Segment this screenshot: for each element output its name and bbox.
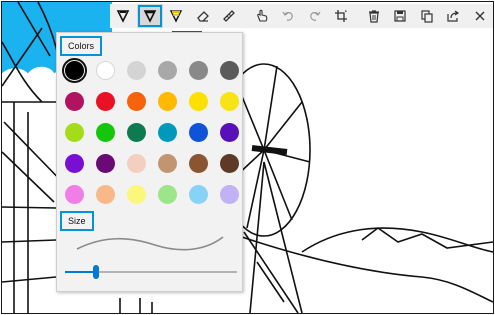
share-icon xyxy=(446,9,460,23)
undo-button[interactable] xyxy=(275,4,302,28)
ink-toolbar xyxy=(110,4,493,28)
size-slider-thumb[interactable] xyxy=(92,265,99,279)
color-swatch[interactable] xyxy=(158,154,177,173)
size-slider-fill xyxy=(65,271,96,273)
size-slider[interactable] xyxy=(65,265,237,279)
crop-button[interactable] xyxy=(328,4,355,28)
delete-icon xyxy=(367,9,381,23)
color-swatch[interactable] xyxy=(127,123,146,142)
color-swatch[interactable] xyxy=(220,123,239,142)
color-swatch[interactable] xyxy=(158,185,177,204)
color-swatch[interactable] xyxy=(65,185,84,204)
pen-options-flyout: Colors Size xyxy=(56,32,243,292)
pencil-icon xyxy=(143,9,157,23)
colors-heading: Colors xyxy=(60,36,103,56)
color-swatch[interactable] xyxy=(189,61,208,80)
close-button[interactable] xyxy=(466,4,493,28)
color-swatch[interactable] xyxy=(65,92,84,111)
color-swatch[interactable] xyxy=(65,154,84,173)
color-swatch[interactable] xyxy=(127,154,146,173)
color-swatch[interactable] xyxy=(96,92,115,111)
ruler-button[interactable] xyxy=(216,4,243,28)
color-swatch[interactable] xyxy=(220,92,239,111)
color-swatch[interactable] xyxy=(220,154,239,173)
undo-icon xyxy=(281,9,295,23)
app-window: Colors Size xyxy=(1,1,494,314)
color-swatch[interactable] xyxy=(189,92,208,111)
delete-button[interactable] xyxy=(360,4,387,28)
size-heading: Size xyxy=(60,211,94,231)
color-swatch[interactable] xyxy=(127,92,146,111)
eraser-icon xyxy=(196,9,210,23)
ruler-icon xyxy=(222,9,236,23)
color-swatch[interactable] xyxy=(96,154,115,173)
color-swatch[interactable] xyxy=(62,58,87,83)
color-swatch[interactable] xyxy=(158,123,177,142)
color-swatch[interactable] xyxy=(96,123,115,142)
color-swatch[interactable] xyxy=(158,61,177,80)
color-swatch[interactable] xyxy=(127,185,146,204)
crop-icon xyxy=(334,9,348,23)
color-swatch[interactable] xyxy=(189,123,208,142)
color-swatch[interactable] xyxy=(127,61,146,80)
copy-button[interactable] xyxy=(413,4,440,28)
touch-writing-icon xyxy=(255,9,269,23)
ballpoint-pen-button[interactable] xyxy=(110,4,137,28)
save-button[interactable] xyxy=(387,4,414,28)
color-swatch[interactable] xyxy=(189,154,208,173)
touch-writing-button[interactable] xyxy=(248,4,275,28)
close-icon xyxy=(473,9,487,23)
color-swatch[interactable] xyxy=(220,61,239,80)
redo-button[interactable] xyxy=(302,4,329,28)
color-swatch[interactable] xyxy=(158,92,177,111)
ballpoint-pen-icon xyxy=(116,9,130,23)
highlighter-icon xyxy=(169,9,183,23)
color-swatch[interactable] xyxy=(96,61,115,80)
stroke-preview xyxy=(76,236,224,251)
share-button[interactable] xyxy=(440,4,467,28)
color-swatch[interactable] xyxy=(189,185,208,204)
save-icon xyxy=(393,9,407,23)
redo-icon xyxy=(308,9,322,23)
color-swatch[interactable] xyxy=(96,185,115,204)
copy-icon xyxy=(420,9,434,23)
color-swatch[interactable] xyxy=(65,123,84,142)
color-swatch[interactable] xyxy=(220,185,239,204)
color-palette xyxy=(62,58,239,204)
eraser-button[interactable] xyxy=(190,4,217,28)
highlighter-button[interactable] xyxy=(163,4,190,28)
pencil-button[interactable] xyxy=(136,4,164,28)
